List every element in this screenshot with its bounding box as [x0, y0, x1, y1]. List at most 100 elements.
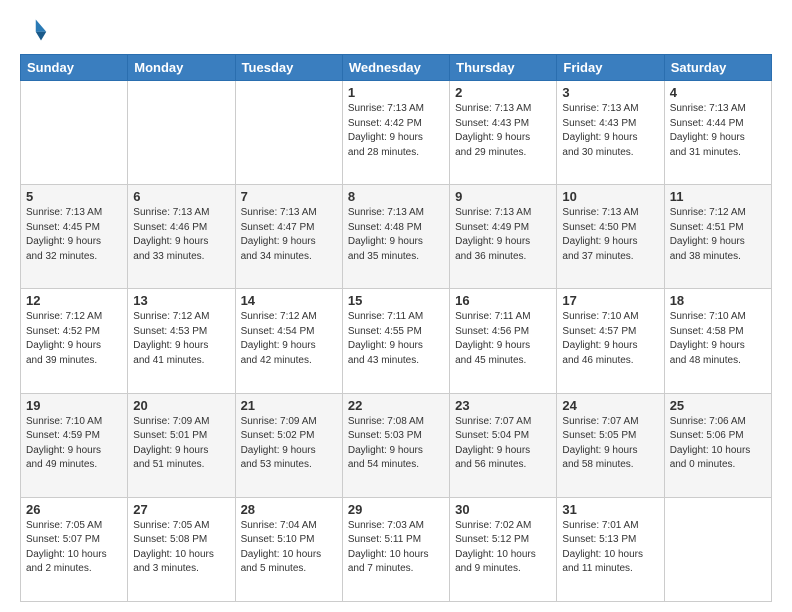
day-number: 6 [133, 189, 229, 204]
day-info: Sunrise: 7:13 AM Sunset: 4:42 PM Dayligh… [348, 102, 444, 160]
day-info: Sunrise: 7:13 AM Sunset: 4:43 PM Dayligh… [455, 102, 551, 160]
day-number: 21 [241, 398, 337, 413]
day-info: Sunrise: 7:02 AM Sunset: 5:12 PM Dayligh… [455, 519, 551, 577]
day-info: Sunrise: 7:05 AM Sunset: 5:08 PM Dayligh… [133, 519, 229, 577]
day-number: 11 [670, 189, 766, 204]
day-number: 31 [562, 502, 658, 517]
day-info: Sunrise: 7:03 AM Sunset: 5:11 PM Dayligh… [348, 519, 444, 577]
day-cell: 23 Sunrise: 7:07 AM Sunset: 5:04 PM Dayli… [450, 393, 557, 497]
weekday-header-wednesday: Wednesday [342, 55, 449, 81]
day-cell [235, 81, 342, 185]
day-cell: 27 Sunrise: 7:05 AM Sunset: 5:08 PM Dayli… [128, 497, 235, 601]
day-cell: 6 Sunrise: 7:13 AM Sunset: 4:46 PM Daylig… [128, 185, 235, 289]
day-number: 29 [348, 502, 444, 517]
day-number: 3 [562, 85, 658, 100]
day-info: Sunrise: 7:13 AM Sunset: 4:47 PM Dayligh… [241, 206, 337, 264]
day-info: Sunrise: 7:13 AM Sunset: 4:49 PM Dayligh… [455, 206, 551, 264]
day-number: 12 [26, 293, 122, 308]
day-cell: 17Sunrise: 7:10 AM Sunset: 4:57 PM Dayli… [557, 289, 664, 393]
day-number: 28 [241, 502, 337, 517]
day-info: Sunrise: 7:07 AM Sunset: 5:04 PM Dayligh… [455, 415, 551, 473]
calendar-table: SundayMondayTuesdayWednesdayThursdayFrid… [20, 54, 772, 602]
day-cell: 28 Sunrise: 7:04 AM Sunset: 5:10 PM Dayli… [235, 497, 342, 601]
day-info: Sunrise: 7:13 AM Sunset: 4:43 PM Dayligh… [562, 102, 658, 160]
day-cell: 18 Sunrise: 7:10 AM Sunset: 4:58 PM Dayli… [664, 289, 771, 393]
day-cell: 21 Sunrise: 7:09 AM Sunset: 5:02 PM Dayli… [235, 393, 342, 497]
day-cell: 31 Sunrise: 7:01 AM Sunset: 5:13 PM Dayli… [557, 497, 664, 601]
day-info: Sunrise: 7:06 AM Sunset: 5:06 PM Dayligh… [670, 415, 766, 473]
weekday-header-saturday: Saturday [664, 55, 771, 81]
day-info: Sunrise: 7:11 AM Sunset: 4:55 PM Dayligh… [348, 310, 444, 368]
day-info: Sunrise: 7:13 AM Sunset: 4:45 PM Dayligh… [26, 206, 122, 264]
day-cell: 13Sunrise: 7:12 AM Sunset: 4:53 PM Dayli… [128, 289, 235, 393]
day-cell: 11 Sunrise: 7:12 AM Sunset: 4:51 PM Dayli… [664, 185, 771, 289]
day-number: 1 [348, 85, 444, 100]
day-info: Sunrise: 7:10 AM Sunset: 4:58 PM Dayligh… [670, 310, 766, 368]
day-cell: 29 Sunrise: 7:03 AM Sunset: 5:11 PM Dayli… [342, 497, 449, 601]
day-cell: 8 Sunrise: 7:13 AM Sunset: 4:48 PM Daylig… [342, 185, 449, 289]
day-cell: 10 Sunrise: 7:13 AM Sunset: 4:50 PM Dayli… [557, 185, 664, 289]
day-number: 27 [133, 502, 229, 517]
day-cell: 5Sunrise: 7:13 AM Sunset: 4:45 PM Daylig… [21, 185, 128, 289]
day-cell [664, 497, 771, 601]
day-cell: 26 Sunrise: 7:05 AM Sunset: 5:07 PM Dayli… [21, 497, 128, 601]
day-cell: 30 Sunrise: 7:02 AM Sunset: 5:12 PM Dayli… [450, 497, 557, 601]
weekday-header-row: SundayMondayTuesdayWednesdayThursdayFrid… [21, 55, 772, 81]
day-number: 14 [241, 293, 337, 308]
week-row-2: 5Sunrise: 7:13 AM Sunset: 4:45 PM Daylig… [21, 185, 772, 289]
day-cell: 4Sunrise: 7:13 AM Sunset: 4:44 PM Daylig… [664, 81, 771, 185]
header [20, 16, 772, 44]
day-cell: 1 Sunrise: 7:13 AM Sunset: 4:42 PM Daylig… [342, 81, 449, 185]
day-number: 20 [133, 398, 229, 413]
day-cell: 7 Sunrise: 7:13 AM Sunset: 4:47 PM Daylig… [235, 185, 342, 289]
week-row-3: 12 Sunrise: 7:12 AM Sunset: 4:52 PM Dayli… [21, 289, 772, 393]
day-info: Sunrise: 7:12 AM Sunset: 4:52 PM Dayligh… [26, 310, 122, 368]
day-cell [21, 81, 128, 185]
day-cell [128, 81, 235, 185]
day-info: Sunrise: 7:13 AM Sunset: 4:46 PM Dayligh… [133, 206, 229, 264]
day-info: Sunrise: 7:05 AM Sunset: 5:07 PM Dayligh… [26, 519, 122, 577]
day-number: 23 [455, 398, 551, 413]
day-cell: 14 Sunrise: 7:12 AM Sunset: 4:54 PM Dayli… [235, 289, 342, 393]
day-cell: 19 Sunrise: 7:10 AM Sunset: 4:59 PM Dayli… [21, 393, 128, 497]
day-info: Sunrise: 7:12 AM Sunset: 4:53 PM Dayligh… [133, 310, 229, 368]
week-row-5: 26 Sunrise: 7:05 AM Sunset: 5:07 PM Dayli… [21, 497, 772, 601]
day-info: Sunrise: 7:07 AM Sunset: 5:05 PM Dayligh… [562, 415, 658, 473]
day-cell: 2 Sunrise: 7:13 AM Sunset: 4:43 PM Daylig… [450, 81, 557, 185]
day-number: 30 [455, 502, 551, 517]
day-cell: 22Sunrise: 7:08 AM Sunset: 5:03 PM Dayli… [342, 393, 449, 497]
day-info: Sunrise: 7:01 AM Sunset: 5:13 PM Dayligh… [562, 519, 658, 577]
day-info: Sunrise: 7:04 AM Sunset: 5:10 PM Dayligh… [241, 519, 337, 577]
day-cell: 20Sunrise: 7:09 AM Sunset: 5:01 PM Dayli… [128, 393, 235, 497]
logo-icon [20, 16, 48, 44]
day-number: 10 [562, 189, 658, 204]
week-row-4: 19 Sunrise: 7:10 AM Sunset: 4:59 PM Dayli… [21, 393, 772, 497]
page: SundayMondayTuesdayWednesdayThursdayFrid… [0, 0, 792, 612]
day-cell: 16Sunrise: 7:11 AM Sunset: 4:56 PM Dayli… [450, 289, 557, 393]
day-cell: 3 Sunrise: 7:13 AM Sunset: 4:43 PM Daylig… [557, 81, 664, 185]
week-row-1: 1 Sunrise: 7:13 AM Sunset: 4:42 PM Daylig… [21, 81, 772, 185]
day-number: 19 [26, 398, 122, 413]
day-number: 4 [670, 85, 766, 100]
day-number: 24 [562, 398, 658, 413]
day-cell: 12 Sunrise: 7:12 AM Sunset: 4:52 PM Dayli… [21, 289, 128, 393]
day-number: 26 [26, 502, 122, 517]
day-number: 18 [670, 293, 766, 308]
day-info: Sunrise: 7:12 AM Sunset: 4:51 PM Dayligh… [670, 206, 766, 264]
day-number: 2 [455, 85, 551, 100]
weekday-header-monday: Monday [128, 55, 235, 81]
day-info: Sunrise: 7:10 AM Sunset: 4:57 PM Dayligh… [562, 310, 658, 368]
day-number: 7 [241, 189, 337, 204]
day-number: 25 [670, 398, 766, 413]
day-number: 22 [348, 398, 444, 413]
day-info: Sunrise: 7:12 AM Sunset: 4:54 PM Dayligh… [241, 310, 337, 368]
day-cell: 24 Sunrise: 7:07 AM Sunset: 5:05 PM Dayli… [557, 393, 664, 497]
day-number: 16 [455, 293, 551, 308]
day-info: Sunrise: 7:13 AM Sunset: 4:48 PM Dayligh… [348, 206, 444, 264]
day-info: Sunrise: 7:10 AM Sunset: 4:59 PM Dayligh… [26, 415, 122, 473]
day-info: Sunrise: 7:09 AM Sunset: 5:02 PM Dayligh… [241, 415, 337, 473]
day-number: 8 [348, 189, 444, 204]
day-cell: 9Sunrise: 7:13 AM Sunset: 4:49 PM Daylig… [450, 185, 557, 289]
day-info: Sunrise: 7:13 AM Sunset: 4:50 PM Dayligh… [562, 206, 658, 264]
day-cell: 15Sunrise: 7:11 AM Sunset: 4:55 PM Dayli… [342, 289, 449, 393]
